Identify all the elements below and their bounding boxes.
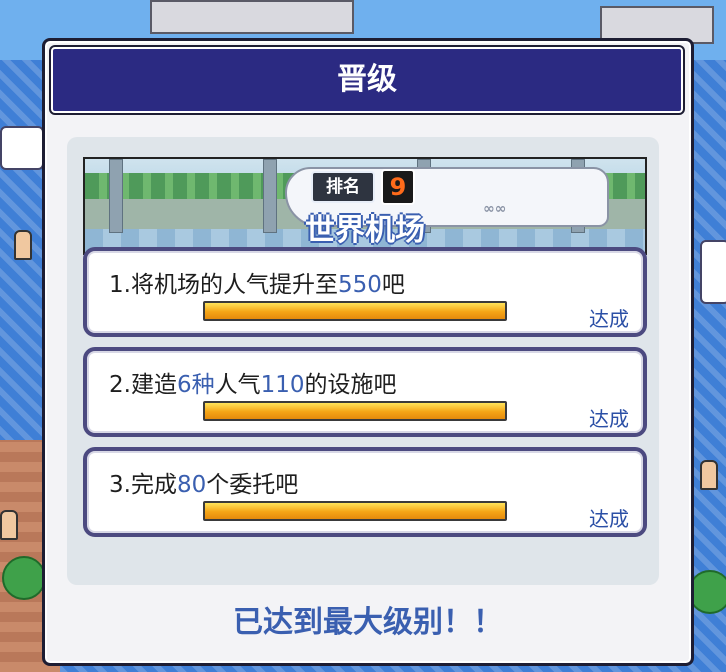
background-passenger [700,460,718,490]
task-progress-bar [203,301,507,321]
task-item: 3.完成80个委托吧 达成 [83,447,647,537]
task-description: 2.建造6种人气110的设施吧 [109,365,397,399]
task-progress-bar [203,401,507,421]
background-shop [0,126,44,170]
task-status: 达成 [589,307,629,331]
task-progress-fill [205,403,505,419]
task-progress-bar [203,501,507,521]
task-description: 1.将机场的人气提升至550吧 [109,265,405,299]
task-text: 3.完成 [109,472,177,498]
task-text: 吧 [381,272,405,298]
task-target-value: 6种 [176,372,215,398]
task-item: 2.建造6种人气110的设施吧 达成 [83,347,647,437]
max-level-message: 已达到最大级别！！ [233,605,503,640]
background-passenger [14,230,32,260]
background-tree [2,556,46,600]
task-status: 达成 [589,407,629,431]
task-progress-fill [205,503,505,519]
dialog-title: 晋级 [337,62,397,97]
promotion-dialog: 晋级 排名 9 ∞∞ 世界机场 1.将机场的人气提升至550吧 达成 2.建造6… [42,38,694,666]
task-description: 3.完成80个委托吧 [109,465,298,499]
task-target-value: 110 [260,372,305,398]
task-target-value: 550 [337,272,382,298]
task-target-value: 80 [176,472,207,498]
task-text: 1.将机场的人气提升至 [109,272,338,298]
task-status: 达成 [589,507,629,531]
rank-title: 世界机场 [305,213,425,248]
task-text: 的设施吧 [304,372,397,398]
background-shop [700,240,726,304]
task-progress-fill [205,303,505,319]
rank-label: 排名 [311,171,375,203]
dialog-title-bar: 晋级 [51,47,683,113]
rank-banner: 排名 9 ∞∞ 世界机场 [83,157,647,255]
task-text: 2.建造 [109,372,177,398]
task-text: 人气 [214,372,261,398]
rank-value-badge: 9 [381,169,415,205]
task-text: 个委托吧 [206,472,299,498]
task-item: 1.将机场的人气提升至550吧 达成 [83,247,647,337]
background-terminal [150,0,354,34]
background-passenger [0,510,18,540]
